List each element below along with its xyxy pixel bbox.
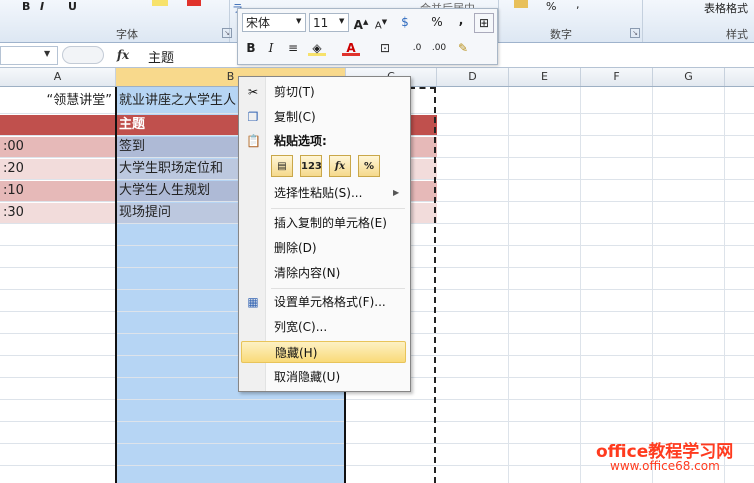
merge-cells-icon[interactable]: ⊞ (474, 13, 494, 33)
submenu-arrow-icon: ▶ (393, 188, 400, 197)
bold-button[interactable]: B (22, 0, 30, 13)
namebox-dropdown-icon[interactable]: ▼ (44, 49, 50, 58)
menu-item-delete[interactable]: 删除(D) (241, 237, 406, 259)
borders-icon[interactable]: ⊡ (376, 39, 394, 57)
mini-toolbar: 宋体 ▼ 11 ▼ A▲ A▼ $ % , ⊞ B I ≡ ◈ A ⊡ .0 .… (237, 8, 498, 65)
font-group-label: 字体 (116, 28, 138, 41)
column-header-d[interactable]: D (437, 68, 509, 86)
formula-splitter[interactable] (62, 46, 104, 64)
number-group-label: 数字 (550, 28, 572, 41)
row1-cell-a[interactable]: :00 (0, 137, 116, 157)
row3-cell-a[interactable]: :10 (0, 181, 116, 201)
mini-percent-button[interactable]: % (428, 13, 446, 31)
menu-item-unhide[interactable]: 取消隐藏(U) (241, 366, 406, 388)
context-menu: ✂ 剪切(T) ❐ 复制(C) 📋 粘贴选项: ▤ 123 fx % 选择性粘贴… (238, 76, 411, 392)
row4-cell-a[interactable]: :30 (0, 203, 116, 223)
percent-style-button[interactable]: % (546, 0, 556, 13)
header-cell-a[interactable] (0, 115, 116, 135)
column-header-e[interactable]: E (509, 68, 581, 86)
underline-button[interactable]: U (68, 0, 77, 13)
font-color-icon[interactable] (187, 0, 201, 6)
font-dialog-launcher[interactable]: ↘ (222, 28, 232, 38)
scissors-icon: ✂ (247, 85, 259, 99)
watermark-url: www.office68.com (610, 459, 720, 473)
copy-icon: ❐ (247, 110, 259, 124)
menu-item-cut[interactable]: ✂ 剪切(T) (241, 81, 406, 103)
cell-a1[interactable]: “领慧讲堂” (0, 91, 116, 111)
column-header-g[interactable]: G (653, 68, 725, 86)
paste-button-default[interactable]: ▤ (271, 155, 293, 177)
shrink-font-icon[interactable]: A▼ (372, 13, 390, 31)
menu-item-clear-contents[interactable]: 清除内容(N) (241, 262, 406, 284)
paste-clipboard-icon: ▤ (277, 161, 287, 172)
mini-font-dropdown-icon[interactable]: ▼ (296, 17, 301, 25)
row2-cell-a[interactable]: :20 (0, 159, 116, 179)
align-center-icon[interactable]: ≡ (284, 39, 302, 57)
number-dialog-launcher[interactable]: ↘ (630, 28, 640, 38)
styles-group-label: 样式 (726, 28, 748, 41)
table-format-button[interactable]: 表格格式 (704, 0, 748, 16)
mini-bold-button[interactable]: B (242, 39, 260, 57)
mini-comma-button[interactable]: , (452, 11, 470, 29)
grow-font-icon[interactable]: A▲ (352, 13, 370, 32)
format-painter-icon[interactable]: ✎ (454, 39, 472, 57)
highlight-color-icon[interactable]: ◈ (308, 39, 326, 56)
menu-item-copy[interactable]: ❐ 复制(C) (241, 106, 406, 128)
menu-item-paste-options: 📋 粘贴选项: (246, 134, 327, 148)
paste-formatting-button[interactable]: % (358, 155, 380, 177)
column-header-a[interactable]: A (0, 68, 116, 86)
increase-decimal-icon[interactable]: .0 (408, 39, 426, 57)
currency-icon[interactable] (514, 0, 528, 8)
mini-size-dropdown-icon[interactable]: ▼ (339, 17, 344, 25)
menu-item-format-cells[interactable]: ▦ 设置单元格格式(F)... (241, 291, 406, 313)
decrease-decimal-icon[interactable]: .00 (430, 39, 448, 57)
clipboard-icon: 📋 (246, 134, 261, 148)
italic-button[interactable]: I (40, 0, 44, 13)
paste-values-button[interactable]: 123 (300, 155, 322, 177)
menu-item-hide[interactable]: 隐藏(H) (241, 341, 406, 363)
insert-function-button[interactable]: fx (112, 46, 134, 64)
menu-item-paste-special[interactable]: 选择性粘贴(S)... ▶ (241, 182, 406, 204)
mini-italic-button[interactable]: I (262, 39, 280, 57)
menu-item-column-width[interactable]: 列宽(C)... (241, 316, 406, 338)
accounting-format-icon[interactable]: $ (396, 13, 414, 31)
mini-font-color-icon[interactable]: A (342, 39, 360, 56)
format-cells-icon: ▦ (247, 295, 259, 309)
fill-color-icon[interactable] (152, 0, 168, 6)
comma-style-button[interactable]: , (576, 0, 580, 11)
paste-formulas-button[interactable]: fx (329, 155, 351, 177)
menu-item-insert-copied[interactable]: 插入复制的单元格(E) (241, 212, 406, 234)
column-header-f[interactable]: F (581, 68, 653, 86)
formula-content[interactable]: 主题 (148, 47, 174, 66)
